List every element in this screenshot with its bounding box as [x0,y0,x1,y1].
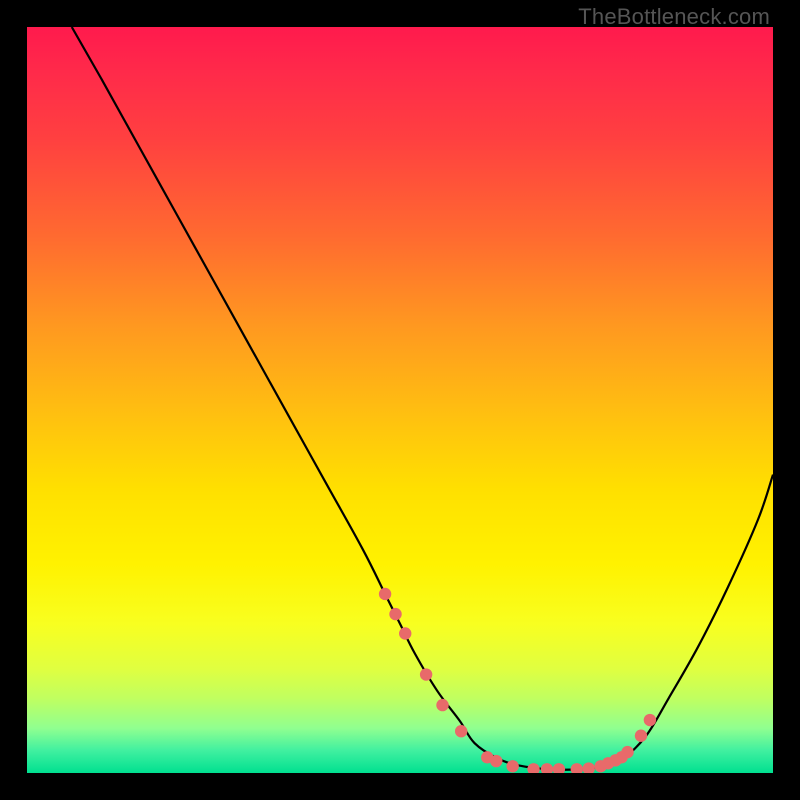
marker-point [436,699,448,711]
marker-point [621,746,633,758]
marker-point [379,588,391,600]
marker-point [583,762,595,773]
curve-markers [379,588,656,773]
chart-svg [27,27,773,773]
marker-point [635,730,647,742]
marker-point [527,763,539,773]
marker-point [420,668,432,680]
marker-point [644,714,656,726]
marker-point [571,763,583,773]
marker-point [541,763,553,773]
marker-point [455,725,467,737]
marker-point [399,627,411,639]
chart-frame: TheBottleneck.com [0,0,800,800]
plot-area [27,27,773,773]
bottleneck-curve [72,27,773,770]
marker-point [389,608,401,620]
marker-point [490,755,502,767]
marker-point [506,760,518,772]
marker-point [553,763,565,773]
